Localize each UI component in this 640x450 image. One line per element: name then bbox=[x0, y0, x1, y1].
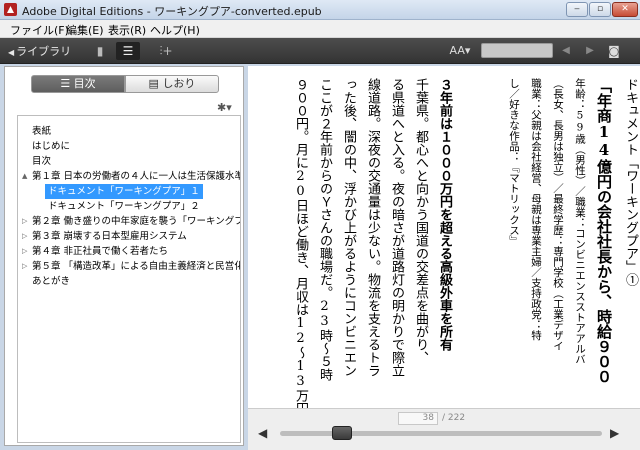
text-column: 「年商14億円の会社社長から、時給９００ bbox=[595, 78, 613, 384]
text-column: ドキュメント「ワーキングプア」① bbox=[623, 78, 638, 286]
close-button[interactable]: ✕ bbox=[612, 2, 638, 17]
toc-item[interactable]: ▷ 第２章 働き盛りの中年家庭を襲う「ワーキングプア bbox=[18, 214, 240, 229]
navigation-panel: ☰ 目次 ▤ しおり ✱▾ 表紙 はじめに 目次 ▲ 第１章 日本の労働者の４人に一人は… bbox=[4, 66, 244, 446]
expand-toggle-icon[interactable]: ▷ bbox=[22, 259, 27, 274]
text-column: ３年前は１０００万円を超える高級外車を所有 bbox=[437, 78, 452, 351]
toc-item[interactable]: はじめに bbox=[18, 139, 240, 154]
fullscreen-icon[interactable]: ◙ bbox=[604, 42, 624, 60]
expand-toggle-icon[interactable]: ▲ bbox=[22, 169, 27, 184]
page-slider-track[interactable] bbox=[280, 431, 602, 436]
toc-item-label: 表紙 bbox=[32, 126, 52, 137]
minimize-button[interactable]: ‒ bbox=[566, 2, 588, 17]
toc-tab-icon: ☰ bbox=[60, 77, 74, 90]
toc-tree: 表紙はじめに目次 ▲ 第１章 日本の労働者の４人に一人は生活保護水準でドキュメント「… bbox=[17, 115, 241, 443]
text-column: 線道路。深夜の交通量は少ない。物流を支えるトラ bbox=[365, 78, 380, 377]
title-bar: Adobe Digital Editions - ワーキングプア-convert… bbox=[0, 0, 640, 20]
toc-item-label: 第４章 非正社員で働く若者たち bbox=[32, 246, 169, 257]
toc-item-label: はじめに bbox=[32, 141, 71, 152]
gear-icon[interactable]: ✱▾ bbox=[217, 101, 232, 114]
tab-bookmarks-label: しおり bbox=[162, 77, 196, 90]
search-next-icon[interactable]: ▶ bbox=[580, 42, 600, 60]
toc-item[interactable]: 目次 bbox=[18, 154, 240, 169]
menu-view[interactable]: 表示(R) bbox=[108, 22, 146, 38]
toc-item-label: 目次 bbox=[32, 156, 52, 167]
page-slider-thumb[interactable] bbox=[331, 426, 352, 440]
back-arrow-icon: ◀ bbox=[8, 48, 15, 57]
tab-toc-label: 目次 bbox=[73, 77, 96, 90]
adobe-app-icon bbox=[4, 3, 17, 16]
search-prev-icon[interactable]: ◀ bbox=[556, 42, 576, 60]
expand-toggle-icon[interactable]: ▷ bbox=[22, 244, 27, 259]
expand-toggle-icon[interactable]: ▷ bbox=[22, 214, 27, 229]
text-column: （長女、長男は独立）／最終学歴：専門学校（工業デザイ bbox=[552, 78, 564, 351]
text-column: る県道へと入る。夜の暗さが道路灯の明かりで際立 bbox=[389, 78, 404, 377]
search-input[interactable] bbox=[481, 43, 553, 58]
window-title: Adobe Digital Editions - ワーキングプア-convert… bbox=[22, 5, 322, 18]
menu-bar: ファイル(F) 編集(E) 表示(R) ヘルプ(H) bbox=[0, 20, 640, 38]
toc-item-label: 第２章 働き盛りの中年家庭を襲う「ワーキングプア bbox=[32, 216, 240, 227]
bookmark-icon[interactable]: ▮ bbox=[90, 42, 110, 60]
toc-item[interactable]: ▷ 第３章 崩壊する日本型雇用システム bbox=[18, 229, 240, 244]
font-size-label: AA bbox=[449, 44, 465, 57]
toc-item[interactable]: ▷ 第４章 非正社員で働く若者たち bbox=[18, 244, 240, 259]
maximize-button[interactable]: ▫ bbox=[589, 2, 611, 17]
toc-item[interactable]: ドキュメント「ワーキングプア」１ bbox=[18, 184, 240, 199]
toc-item-label: 第３章 崩壊する日本型雇用システム bbox=[32, 231, 187, 242]
toc-list-icon[interactable]: ☰ bbox=[116, 42, 140, 60]
toolbar: ◀ ライブラリ ▮ ☰ ⫶+ AA▾ ◀ ▶ ◙ bbox=[0, 38, 640, 64]
toc-item[interactable]: ▷ 第５章 「構造改革」による自由主義経済と民営化の bbox=[18, 259, 240, 274]
page-total: / 222 bbox=[442, 413, 466, 423]
toc-item-label: 第５章 「構造改革」による自由主義経済と民営化の bbox=[32, 261, 240, 272]
panel-tabs: ☰ 目次 ▤ しおり bbox=[31, 75, 219, 93]
toc-item-label: ドキュメント「ワーキングプア」１ bbox=[45, 184, 203, 199]
toc-item-label: あとがき bbox=[32, 276, 71, 287]
toc-item[interactable]: ドキュメント「ワーキングプア」２ bbox=[18, 199, 240, 214]
menu-help[interactable]: ヘルプ(H) bbox=[150, 22, 200, 38]
tab-toc[interactable]: ☰ 目次 bbox=[31, 75, 125, 93]
toc-item-label: 第１章 日本の労働者の４人に一人は生活保護水準で bbox=[32, 171, 240, 182]
text-column: ９００円。月に20日ほど働き、月収は12～13万円に bbox=[293, 78, 308, 408]
toc-item[interactable]: ▲ 第１章 日本の労働者の４人に一人は生活保護水準で bbox=[18, 169, 240, 184]
text-column: し／好きな作品：『マトリックス』 bbox=[508, 78, 520, 246]
text-column: ここが２年前からのＹさんの職場だ。23時～５時 bbox=[317, 78, 332, 381]
add-bookmark-icon[interactable]: ⫶+ bbox=[156, 42, 176, 60]
font-size-icon[interactable]: AA▾ bbox=[448, 42, 472, 60]
toc-item-label: ドキュメント「ワーキングプア」２ bbox=[48, 201, 200, 212]
next-page-icon[interactable]: ▶ bbox=[610, 426, 619, 440]
reading-pane: ドキュメント「ワーキングプア」① 「年商14億円の会社社長から、時給９００ 年齢：5… bbox=[248, 66, 640, 408]
tab-bookmarks[interactable]: ▤ しおり bbox=[125, 75, 219, 93]
text-column: った後、闇の中、浮かび上がるようにコンビニエン bbox=[341, 78, 356, 377]
toc-item[interactable]: あとがき bbox=[18, 274, 240, 289]
page-number-input[interactable]: 38 bbox=[398, 412, 438, 425]
library-button[interactable]: ◀ ライブラリ bbox=[8, 43, 71, 59]
expand-toggle-icon[interactable]: ▷ bbox=[22, 229, 27, 244]
text-column: 千葉県。都心へと向かう国道の交差点を曲がり、 bbox=[413, 78, 428, 364]
menu-file[interactable]: ファイル(F) bbox=[10, 22, 69, 38]
toc-item[interactable]: 表紙 bbox=[18, 124, 240, 139]
bookmarks-tab-icon: ▤ bbox=[148, 77, 163, 90]
library-label: ライブラリ bbox=[16, 45, 72, 58]
prev-page-icon[interactable]: ◀ bbox=[258, 426, 267, 440]
text-column: 職業：父親は会社経営、母親は専業主婦／支持政党：特 bbox=[530, 78, 542, 341]
menu-edit[interactable]: 編集(E) bbox=[66, 22, 104, 38]
text-column: 年齢：59歳（男性）／職業：コンビニエンスストアアルバ bbox=[574, 78, 586, 365]
page-navigation: 38 / 222 ◀ ▶ bbox=[248, 408, 640, 450]
